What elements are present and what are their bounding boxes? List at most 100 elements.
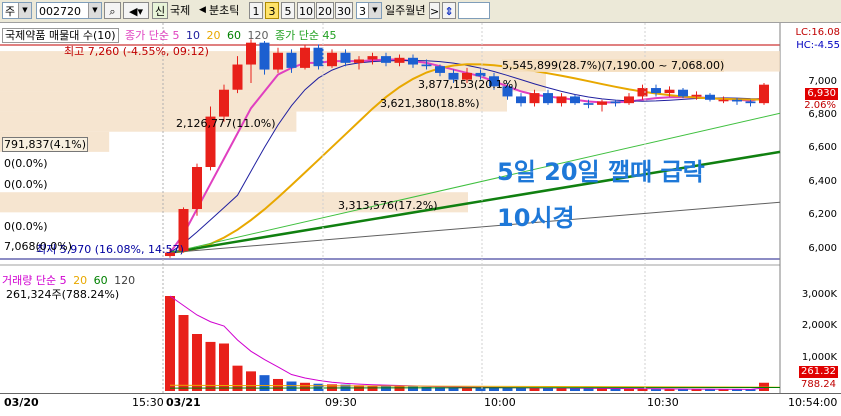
chevron-down-icon[interactable]: ▼: [18, 3, 31, 18]
candle: [340, 52, 351, 63]
candle: [570, 96, 580, 104]
candle: [300, 47, 310, 68]
volume-ma-120-legend[interactable]: 120: [114, 274, 135, 287]
volume-bar: [165, 296, 175, 391]
updown-arrow-icon[interactable]: ⇕: [442, 2, 456, 19]
candle: [408, 57, 418, 65]
vp-label-2: 3,877,153(20.1%): [418, 78, 518, 91]
credit-badge[interactable]: 신: [152, 2, 168, 19]
price-tick: 6,200: [808, 209, 837, 220]
candle: [529, 93, 540, 104]
candle: [273, 52, 283, 70]
current-price-tag: 6,930: [805, 88, 838, 100]
toolbar: 주 ▼ 002720 ▼ ⌕ ◀▾ 신 국제 ◀ 분초틱 1 3 5 10 20 3…: [0, 0, 841, 23]
candle: [624, 96, 634, 104]
candle: [354, 59, 364, 63]
ma-legend-120[interactable]: 120: [248, 29, 269, 42]
vp-label-9: 0(0.0%): [4, 220, 48, 233]
count-select[interactable]: 3 ▼: [356, 2, 382, 19]
candle: [556, 96, 567, 104]
stock-code-input[interactable]: 002720 ▼: [36, 2, 102, 19]
high-price-label: 최고 7,260 (-4.55%, 09:12): [64, 45, 209, 58]
ma-legend-10[interactable]: 10: [186, 29, 200, 42]
stock-code-value: 002720: [39, 5, 81, 18]
ma-legend-5[interactable]: 종가 단순 5: [125, 29, 179, 42]
time-label: 09:30: [325, 396, 357, 409]
ma-legend-60[interactable]: 60: [227, 29, 241, 42]
candle: [583, 103, 594, 105]
volume-legend: 거래량 단순 5 20 60 120: [2, 274, 138, 288]
candle: [286, 52, 297, 68]
candle: [246, 42, 256, 65]
candle: [637, 88, 648, 97]
volume-tick: 3,000K: [801, 289, 837, 300]
candle: [381, 56, 391, 63]
time-label: 10:54:00: [788, 396, 838, 409]
interval-20-button[interactable]: 20: [316, 2, 334, 19]
interval-1-button[interactable]: 1: [249, 2, 263, 19]
volume-ma-5-legend[interactable]: 거래량 단순 5: [2, 274, 67, 287]
candle: [759, 84, 769, 104]
prev-arrow-icon[interactable]: ◀: [199, 2, 209, 19]
speaker-icon: ◀▾: [129, 5, 143, 18]
volume-bar: [259, 375, 270, 391]
vp-label-6: 0(0.0%): [4, 157, 48, 170]
price-legend: 국제약품 매물대 수(10) 종가 단순 5 10 20 60 120 종가 단…: [2, 28, 340, 43]
current-pct-tag: 2.06%: [804, 100, 836, 111]
price-tick: 6,400: [808, 176, 837, 187]
speaker-button[interactable]: ◀▾: [123, 2, 149, 19]
interval-10-button[interactable]: 10: [297, 2, 315, 19]
ma-legend-20[interactable]: 20: [207, 29, 221, 42]
credit-badge-label: 신: [154, 5, 166, 18]
vp-label-3: 3,621,380(18.8%): [380, 97, 480, 110]
candle: [664, 89, 675, 94]
volume-current-label: 261,324주(788.24%): [6, 288, 120, 301]
vp-label-1: 5,545,899(28.7%)(7,190.00 ~ 7,068.00): [502, 59, 725, 72]
candle: [219, 89, 229, 117]
candle: [718, 99, 729, 102]
volume-bar: [232, 365, 243, 391]
volume-bar: [516, 387, 526, 391]
candle: [232, 64, 243, 90]
extra-input[interactable]: [458, 2, 490, 19]
chevron-down-icon[interactable]: ▼: [88, 3, 101, 18]
volume-bar: [408, 386, 418, 391]
chevron-down-icon[interactable]: ▼: [368, 3, 381, 18]
volume-ma-60-legend[interactable]: 60: [94, 274, 108, 287]
vp-label-10: 7,068(0.0%): [4, 240, 73, 253]
mode-select-value: 주: [5, 5, 16, 18]
volume-ma-20-legend[interactable]: 20: [73, 274, 87, 287]
candle: [678, 89, 688, 97]
volume-current-tag: 261.32: [799, 366, 838, 378]
volume-ma60-line: [169, 387, 781, 389]
time-label: 10:30: [647, 396, 679, 409]
volume-bar: [300, 382, 310, 391]
mode-select[interactable]: 주 ▼: [2, 2, 32, 19]
candle: [192, 167, 202, 209]
volume-tick: 1,000K: [801, 352, 837, 363]
candle: [543, 93, 553, 104]
time-label: 15:30: [132, 396, 164, 409]
lc-label: LC:16.08: [795, 27, 840, 38]
interval-30-button[interactable]: 30: [335, 2, 353, 19]
interval-3-button[interactable]: 3: [265, 2, 279, 19]
candle: [394, 57, 405, 63]
volume-bar: [556, 388, 567, 391]
candle: [597, 101, 607, 105]
candle: [327, 52, 337, 67]
vp-label-4: 2,126,777(11.0%): [176, 117, 276, 130]
vp-label-8: 3,313,576(17.2%): [338, 199, 438, 212]
candle: [610, 101, 621, 104]
candle: [745, 101, 756, 104]
ma-legend-45[interactable]: 종가 단순 45: [275, 29, 336, 42]
volume-bar: [583, 388, 594, 391]
stock-name: 국제: [170, 2, 200, 19]
candle: [705, 94, 715, 100]
next-button[interactable]: >: [429, 2, 440, 19]
price-panel-title: 국제약품 매물대 수(10): [2, 28, 119, 43]
interval-5-button[interactable]: 5: [281, 2, 295, 19]
search-button[interactable]: ⌕: [104, 2, 121, 19]
search-icon: ⌕: [109, 5, 116, 18]
candle: [435, 66, 445, 73]
candle: [367, 56, 378, 60]
